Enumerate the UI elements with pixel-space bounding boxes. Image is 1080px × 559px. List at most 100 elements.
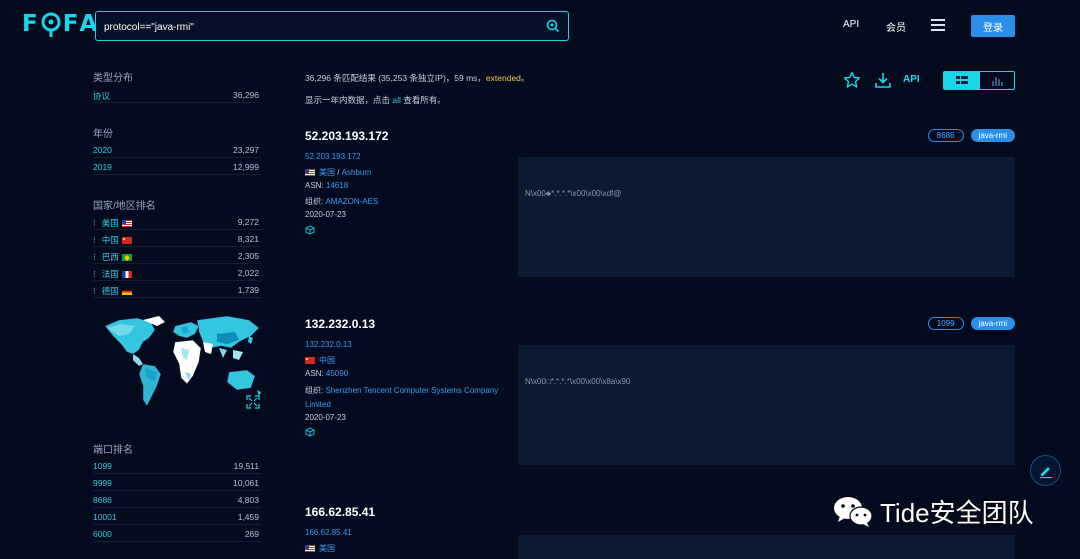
port-label: 8686 xyxy=(93,495,112,505)
expand-map-icon[interactable] xyxy=(246,395,260,409)
port-row[interactable]: 9999 10,061 xyxy=(93,477,261,491)
port-tag[interactable]: 1099 xyxy=(927,317,964,330)
us-flag-icon xyxy=(305,168,315,176)
drag-handle-icon: ⁝ xyxy=(93,269,96,279)
banner-panel: N\x00♣*.*.*.*\x00\x00\xdf@ xyxy=(518,157,1015,277)
type-dist-count: 36,296 xyxy=(233,90,259,100)
menu-icon[interactable] xyxy=(931,19,945,31)
country-link[interactable]: 中国 xyxy=(319,356,335,365)
login-button[interactable]: 登录 xyxy=(971,15,1015,37)
asn-link[interactable]: 14618 xyxy=(326,181,348,190)
result-tags: 1099 java-rmi xyxy=(927,317,1015,330)
extended-link[interactable]: extended xyxy=(486,73,521,83)
pencil-icon xyxy=(1040,467,1052,478)
nav-api-link[interactable]: API xyxy=(843,19,859,30)
port-row[interactable]: 10001 1,459 xyxy=(93,511,261,525)
port-row[interactable]: 1099 19,511 xyxy=(93,460,261,474)
watermark-text: Tide安全团队 xyxy=(880,497,1034,528)
api-link[interactable]: API xyxy=(903,74,920,85)
port-label: 9999 xyxy=(93,478,112,488)
logo-target-icon xyxy=(40,11,62,37)
country-link[interactable]: 美国 xyxy=(319,168,335,177)
country-row[interactable]: ⁝ 巴西 2,305 xyxy=(93,250,261,264)
country-link[interactable]: 美国 xyxy=(319,544,335,553)
nav-member-link[interactable]: 会员 xyxy=(886,19,906,34)
type-dist-title: 类型分布 xyxy=(93,73,133,84)
result-ip-link[interactable]: 166.62.85.41 xyxy=(305,528,352,537)
cn-flag-icon xyxy=(305,356,315,364)
port-row[interactable]: 8686 4,803 xyxy=(93,494,261,508)
bar-chart-icon xyxy=(992,77,1003,86)
logo-letter-f1: F xyxy=(22,11,39,37)
search-icon[interactable] xyxy=(546,19,560,33)
port-row[interactable]: 6000 269 xyxy=(93,528,261,542)
result-ip-title[interactable]: 52.203.193.172 xyxy=(305,129,388,143)
result-ip-link[interactable]: 52.203.193.172 xyxy=(305,152,361,161)
port-count: 10,061 xyxy=(233,478,259,488)
us-flag-icon xyxy=(121,220,132,228)
all-link[interactable]: all xyxy=(392,95,401,105)
edit-button[interactable] xyxy=(1030,455,1061,486)
result-ip-link[interactable]: 132.232.0.13 xyxy=(305,340,352,349)
port-label: 1099 xyxy=(93,461,112,471)
org-link[interactable]: AMAZON-AES xyxy=(325,197,378,206)
asn-link[interactable]: 45090 xyxy=(326,369,348,378)
country-row[interactable]: ⁝ 德国 1,739 xyxy=(93,284,261,298)
port-label: 6000 xyxy=(93,529,112,539)
recent-post: 查看所有。 xyxy=(400,95,446,105)
country-row[interactable]: ⁝ 美国 9,272 xyxy=(93,216,261,230)
port-count: 4,803 xyxy=(237,495,259,505)
search-box xyxy=(95,11,569,41)
us-flag-icon xyxy=(305,544,315,552)
de-flag-icon xyxy=(121,288,132,296)
logo-letter-f2: F xyxy=(62,11,80,37)
download-icon[interactable] xyxy=(874,71,892,89)
star-icon[interactable] xyxy=(843,71,861,89)
result-date: 2020-07-23 xyxy=(305,412,346,422)
protocol-tag[interactable]: java-rmi xyxy=(970,317,1015,330)
org-label: 组织: xyxy=(305,385,326,395)
country-title: 国家/地区排名 xyxy=(93,201,156,212)
recent-pre: 显示一年内数据，点击 xyxy=(305,95,393,105)
type-dist-row[interactable]: 协议 36,296 xyxy=(93,89,261,103)
year-row[interactable]: 2019 12,999 xyxy=(93,161,261,175)
br-flag-icon xyxy=(121,254,132,262)
protocol-tag[interactable]: java-rmi xyxy=(970,129,1015,142)
banner-panel: N\x00□*.*.*.*\x00\x00\x8a\x90 xyxy=(518,345,1015,465)
country-row[interactable]: ⁝ 法国 2,022 xyxy=(93,267,261,281)
port-label: 10001 xyxy=(93,512,117,522)
city-link[interactable]: Ashburn xyxy=(342,168,372,177)
org-label: 组织: xyxy=(305,196,326,206)
cube-icon[interactable] xyxy=(305,224,315,235)
port-count: 19,511 xyxy=(233,461,259,471)
fofa-logo[interactable]: F F A xyxy=(22,11,98,37)
country-count: 8,321 xyxy=(237,234,259,244)
world-map[interactable] xyxy=(99,312,269,410)
list-view-icon xyxy=(956,76,968,84)
recent-notice: 显示一年内数据，点击 all 查看所有。 xyxy=(305,94,446,106)
wechat-icon xyxy=(834,497,873,527)
fr-flag-icon xyxy=(121,271,132,279)
summary-end: 。 xyxy=(520,73,530,83)
chart-view-button[interactable] xyxy=(980,72,1015,89)
drag-handle-icon: ⁝ xyxy=(93,252,96,262)
type-dist-label: 协议 xyxy=(93,91,111,101)
result-info: 132.232.0.13 中国 ASN: 45090 组织: Shenzhen … xyxy=(305,340,505,442)
result-ip-title[interactable]: 132.232.0.13 xyxy=(305,317,375,331)
org-link[interactable]: Shenzhen Tencent Computer Systems Compan… xyxy=(305,386,498,409)
country-label: 中国 xyxy=(101,235,119,245)
port-count: 1,459 xyxy=(237,512,259,522)
country-row[interactable]: ⁝ 中国 8,321 xyxy=(93,233,261,247)
cube-icon[interactable] xyxy=(305,427,315,437)
result-card: 52.203.193.172 8686 java-rmi 52.203.193.… xyxy=(305,129,1015,281)
search-input[interactable] xyxy=(104,18,524,36)
country-count: 9,272 xyxy=(237,217,259,227)
top-bar: F F A API 会员 登录 xyxy=(0,0,1080,50)
year-row[interactable]: 2020 23,297 xyxy=(93,144,261,158)
summary-count: 36,296 条匹配结果 (35,253 条独立IP)，59 ms， xyxy=(305,73,486,83)
port-tag[interactable]: 8686 xyxy=(927,129,964,142)
list-view-button[interactable] xyxy=(944,72,980,89)
result-ip-title[interactable]: 166.62.85.41 xyxy=(305,505,375,519)
port-count: 269 xyxy=(244,529,259,539)
country-label: 美国 xyxy=(101,218,119,228)
